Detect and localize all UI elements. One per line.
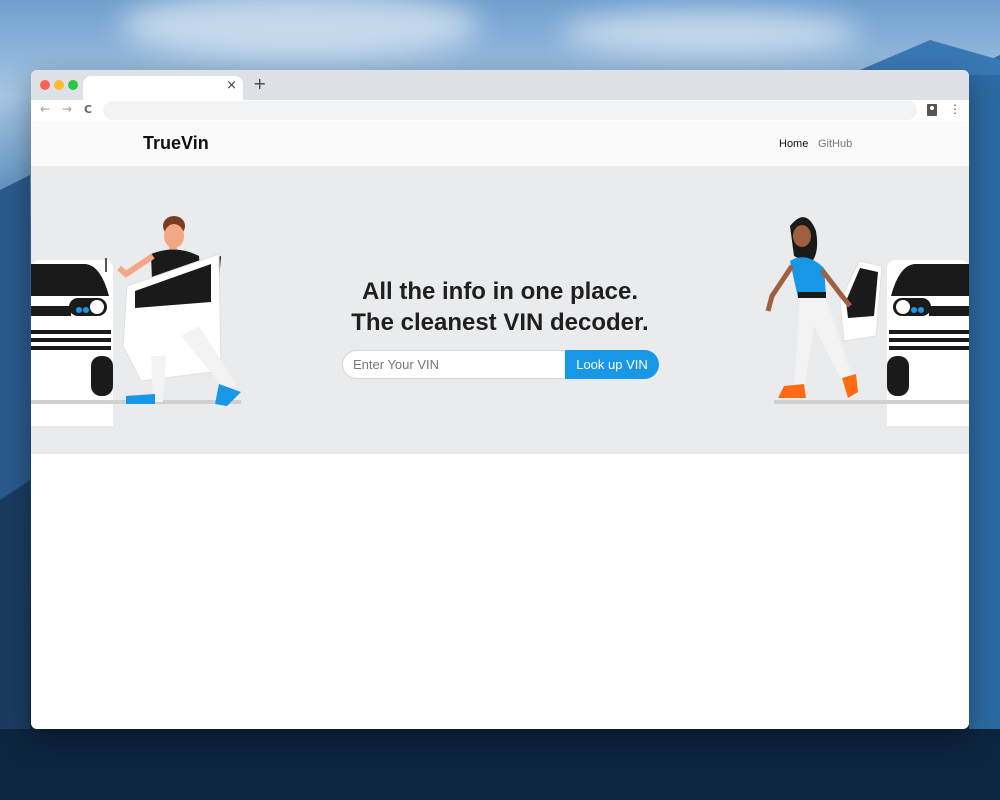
extension-icon[interactable] — [927, 104, 937, 116]
nav-github-link[interactable]: GitHub — [818, 138, 852, 150]
back-icon[interactable]: ← — [40, 102, 50, 116]
site-header: TrueVin Home GitHub — [31, 122, 969, 166]
browser-window: × + ← → C ⋮ TrueVin Home GitHub All the … — [31, 70, 969, 729]
reload-icon[interactable]: C — [84, 103, 92, 116]
close-window-dot[interactable] — [40, 80, 50, 90]
browser-menu-icon[interactable]: ⋮ — [949, 102, 961, 116]
man-with-car-illustration — [31, 216, 241, 426]
lookup-vin-button[interactable]: Look up VIN — [565, 350, 659, 379]
nav-home-link[interactable]: Home — [779, 138, 808, 150]
minimize-window-dot[interactable] — [54, 80, 64, 90]
close-tab-icon[interactable]: × — [226, 78, 237, 93]
vin-input[interactable] — [342, 350, 564, 379]
woman-with-car-illustration — [765, 217, 969, 426]
forward-icon[interactable]: → — [62, 102, 72, 116]
url-field[interactable] — [103, 101, 917, 120]
hero-section: All the info in one place. The cleanest … — [31, 166, 969, 454]
browser-tab[interactable]: × — [83, 76, 243, 100]
new-tab-button[interactable]: + — [253, 74, 266, 93]
headline-line-2: The cleanest VIN decoder. — [351, 309, 649, 336]
brand-logo[interactable]: TrueVin — [143, 133, 209, 154]
hero-headline: All the info in one place. The cleanest … — [281, 276, 719, 338]
headline-line-1: All the info in one place. — [361, 278, 639, 305]
tab-bar: × + — [31, 70, 969, 100]
address-bar-row: ← → C ⋮ — [31, 100, 969, 122]
maximize-window-dot[interactable] — [68, 80, 78, 90]
